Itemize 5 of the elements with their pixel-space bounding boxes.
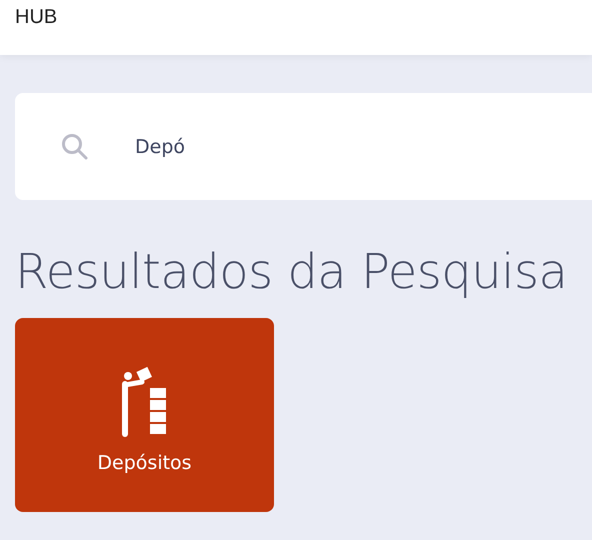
- result-tile[interactable]: Depósitos: [15, 318, 274, 512]
- app-title: HUB: [15, 6, 58, 28]
- results-heading: Resultados da Pesquisa: [15, 244, 568, 300]
- search-icon: [61, 132, 89, 160]
- search-field[interactable]: Depó: [135, 136, 435, 158]
